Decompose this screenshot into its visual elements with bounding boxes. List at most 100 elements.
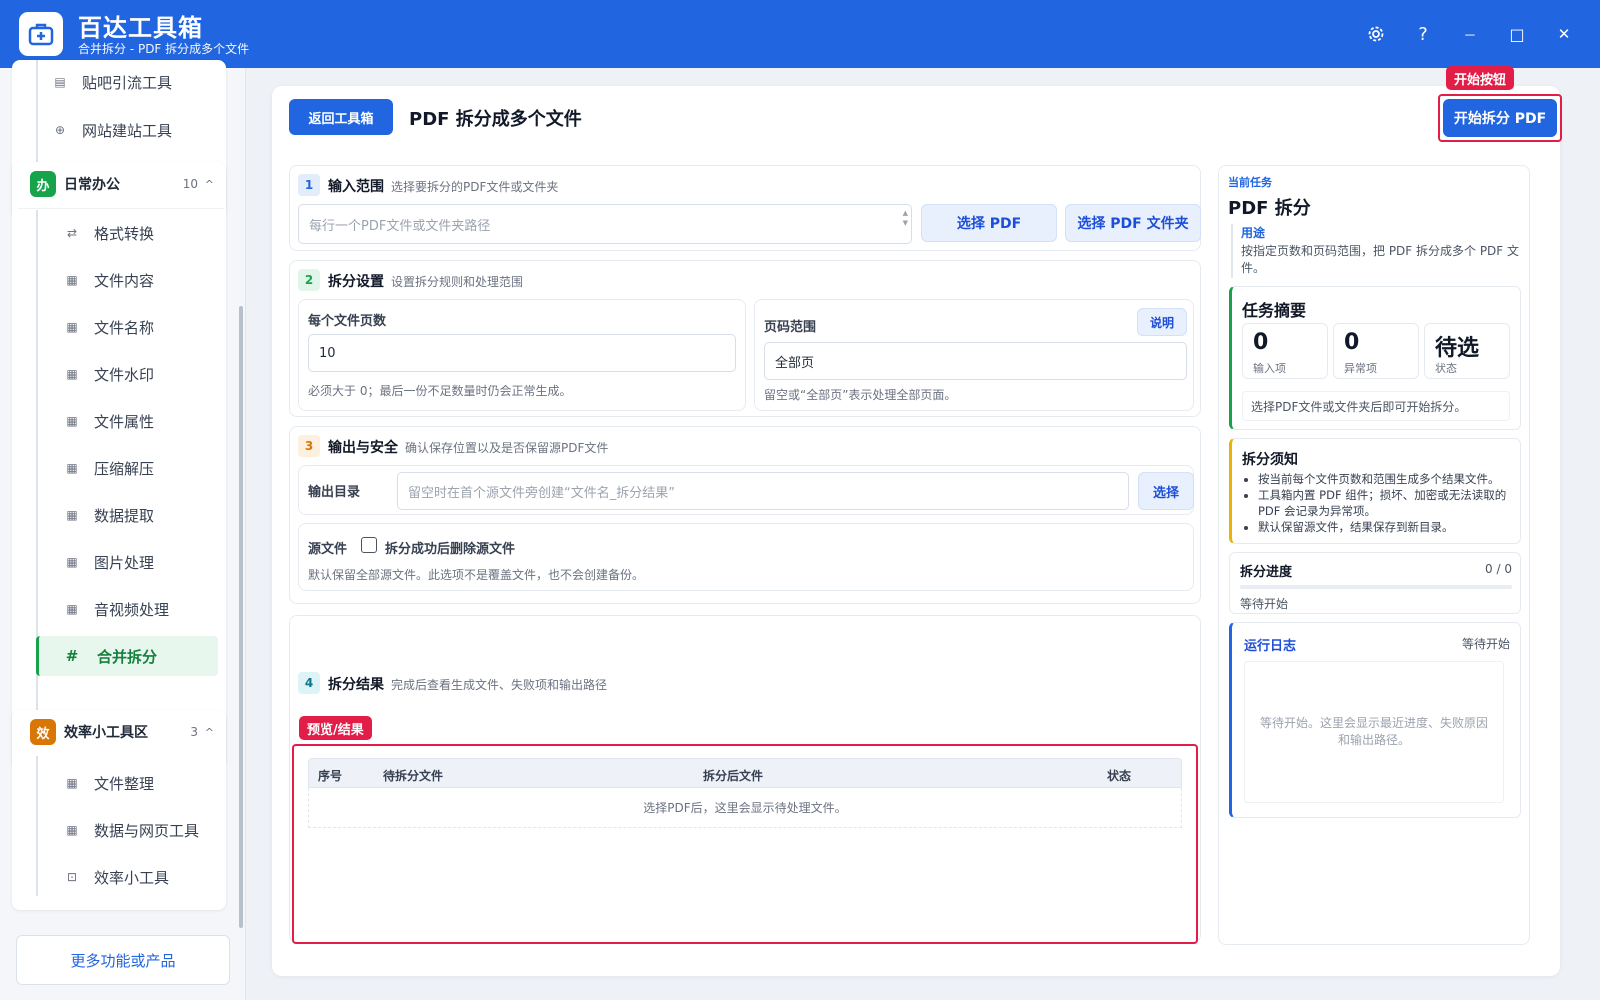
run-log-status: 等待开始: [1461, 637, 1510, 651]
step-number: 3: [298, 435, 320, 457]
group-count: 10: [182, 177, 198, 191]
sidebar-scrollbar[interactable]: [238, 68, 244, 1000]
page-range-help-button[interactable]: 说明: [1137, 308, 1187, 336]
grid-icon: ▦: [66, 461, 78, 475]
notice-title: 拆分须知: [1242, 452, 1298, 468]
scrollbar-thumb[interactable]: [239, 306, 243, 928]
source-file-hint: 默认保留全部源文件。此选项不是覆盖文件，也不会创建备份。: [308, 568, 645, 582]
sidebar-item-label: 贴吧引流工具: [82, 73, 173, 92]
group-title: 效率小工具区: [64, 725, 148, 741]
stat-status: 待选 状态: [1424, 323, 1510, 379]
current-task-name: PDF 拆分: [1228, 198, 1311, 219]
step-number: 1: [298, 174, 320, 196]
sidebar-item-label: 文件内容: [94, 271, 155, 290]
sidebar-item-media[interactable]: ▦ 音视频处理: [36, 589, 224, 629]
start-button-tag: 开始按钮: [1446, 66, 1515, 90]
grid-icon: ▦: [66, 508, 78, 522]
notice-card: 拆分须知 按当前每个文件页数和范围生成多个结果文件。 工具箱内置 PDF 组件；…: [1229, 438, 1521, 544]
section-title: 拆分结果: [328, 677, 384, 693]
main-panel: 返回工具箱 PDF 拆分成多个文件 开始按钮 开始拆分 PDF 1 输入范围 选…: [272, 66, 1562, 976]
sidebar-item-merge-split[interactable]: # 合并拆分: [36, 636, 218, 676]
output-dir-placeholder: 留空时在首个源文件旁创建“文件名_拆分结果”: [408, 485, 675, 501]
efficiency-badge: 效: [30, 719, 56, 745]
sidebar-item-organize[interactable]: ▦ 文件整理: [36, 763, 224, 803]
pick-pdf-button[interactable]: 选择 PDF: [921, 204, 1057, 242]
page-title: PDF 拆分成多个文件: [409, 109, 582, 130]
close-button[interactable]: ✕: [1549, 20, 1579, 48]
stat-label: 输入项: [1253, 362, 1286, 375]
sidebar-item-extract[interactable]: ▦ 数据提取: [36, 495, 224, 535]
more-products-button[interactable]: 更多功能或产品: [16, 935, 230, 985]
stat-inputs: 0 输入项: [1242, 323, 1328, 379]
sidebar-item-label: 数据提取: [94, 506, 155, 525]
output-dir-input[interactable]: 留空时在首个源文件旁创建“文件名_拆分结果”: [397, 472, 1129, 510]
textarea-scroll-arrows[interactable]: ▲ ▼: [903, 208, 908, 228]
sidebar-item-label: 文件名称: [94, 318, 155, 337]
sidebar-item-website[interactable]: ⊕ 网站建站工具: [24, 110, 212, 150]
sidebar-item-label: 图片处理: [94, 553, 155, 572]
pages-per-file-hint: 必须大于 0；最后一份不足数量时仍会正常生成。: [308, 384, 572, 398]
output-dir-pick-button[interactable]: 选择: [1138, 472, 1194, 510]
page-range-input[interactable]: 全部页: [764, 342, 1187, 380]
group-title: 日常办公: [64, 177, 120, 193]
progress-track: [1240, 585, 1512, 589]
back-button[interactable]: 返回工具箱: [289, 99, 393, 135]
sidebar-item-efficiency-tools[interactable]: ⊡ 效率小工具: [36, 857, 224, 897]
grid-icon: ▦: [66, 320, 78, 334]
sidebar-item-properties[interactable]: ▦ 文件属性: [36, 401, 224, 441]
pick-folder-button[interactable]: 选择 PDF 文件夹: [1065, 204, 1201, 242]
source-file-row: 源文件 拆分成功后删除源文件 默认保留全部源文件。此选项不是覆盖文件，也不会创建…: [298, 523, 1194, 591]
section-input: 1 输入范围 选择要拆分的PDF文件或文件夹 每行一个PDF文件或文件夹路径 ▲…: [289, 165, 1201, 251]
stat-value: 0: [1253, 330, 1269, 355]
output-dir-row: 输出目录 留空时在首个源文件旁创建“文件名_拆分结果” 选择: [298, 465, 1194, 515]
results-table-header: 序号 待拆分文件 拆分后文件 状态: [308, 758, 1182, 788]
group-header-office[interactable]: 办 日常办公 10 ^: [18, 164, 224, 204]
section-title: 输出与安全: [328, 440, 398, 456]
grid-icon: ▦: [66, 776, 78, 790]
sidebar-item-watermark[interactable]: ▦ 文件水印: [36, 354, 224, 394]
delete-source-checkbox[interactable]: [361, 537, 377, 553]
input-path-textarea[interactable]: 每行一个PDF文件或文件夹路径 ▲ ▼: [298, 204, 912, 244]
usage-text: 按指定页数和页码范围，把 PDF 拆分成多个 PDF 文件。: [1241, 244, 1520, 275]
col-source-file: 待拆分文件: [383, 769, 444, 783]
sidebar-item-label: 压缩解压: [94, 459, 155, 478]
usage-block: 用途 按指定页数和页码范围，把 PDF 拆分成多个 PDF 文件。: [1231, 224, 1521, 278]
sidebar-item-filename[interactable]: ▦ 文件名称: [36, 307, 224, 347]
sidebar-item-label: 音视频处理: [94, 600, 170, 619]
right-panel: 当前任务 PDF 拆分 用途 按指定页数和页码范围，把 PDF 拆分成多个 PD…: [1218, 165, 1530, 945]
run-log-card: 运行日志 等待开始 等待开始。这里会显示最近进度、失败原因和输出路径。: [1229, 622, 1521, 818]
run-log-output[interactable]: 等待开始。这里会显示最近进度、失败原因和输出路径。: [1244, 661, 1504, 803]
title-bar: 百达工具箱 合并拆分 - PDF 拆分成多个文件 ? － □ ✕: [0, 0, 1600, 68]
output-dir-label: 输出目录: [308, 485, 361, 500]
notice-item: 按当前每个文件页数和范围生成多个结果文件。: [1258, 471, 1516, 487]
summary-title: 任务摘要: [1242, 301, 1307, 320]
notice-item: 工具箱内置 PDF 组件；损坏、加密或无法读取的 PDF 会记录为异常项。: [1258, 487, 1516, 519]
group-header-efficiency[interactable]: 效 效率小工具区 3 ^: [18, 712, 224, 752]
progress-count: 0 / 0: [1485, 562, 1512, 576]
grid-icon: ▦: [66, 367, 78, 381]
pages-per-file-input[interactable]: 10: [308, 334, 736, 372]
delete-source-label[interactable]: 拆分成功后删除源文件: [385, 538, 515, 557]
section-desc: 选择要拆分的PDF文件或文件夹: [391, 180, 559, 194]
start-split-button[interactable]: 开始拆分 PDF: [1443, 99, 1557, 137]
sidebar-item-tieba[interactable]: ▤ 贴吧引流工具: [24, 62, 212, 102]
notice-item: 默认保留源文件，结果保存到新目录。: [1258, 519, 1516, 535]
minimize-button[interactable]: －: [1455, 20, 1485, 48]
chevron-up-icon: ^: [204, 177, 214, 191]
pages-per-file-label: 每个文件页数: [308, 314, 387, 329]
sidebar-item-label: 文件整理: [94, 774, 155, 793]
sidebar-item-compress[interactable]: ▦ 压缩解压: [36, 448, 224, 488]
col-index: 序号: [318, 769, 343, 783]
section-settings: 2 拆分设置 设置拆分规则和处理范围 每个文件页数 10 必须大于 0；最后一份…: [289, 260, 1201, 417]
sidebar-item-data-web[interactable]: ▦ 数据与网页工具: [36, 810, 224, 850]
sidebar-item-format[interactable]: ⇄ 格式转换: [36, 213, 224, 253]
maximize-button[interactable]: □: [1502, 20, 1532, 48]
page-range-hint: 留空或“全部页”表示处理全部页面。: [764, 388, 957, 402]
sidebar-item-content[interactable]: ▦ 文件内容: [36, 260, 224, 300]
settings-button[interactable]: [1361, 20, 1391, 48]
sidebar-item-image[interactable]: ▦ 图片处理: [36, 542, 224, 582]
help-button[interactable]: ?: [1408, 20, 1438, 48]
section-output: 3 输出与安全 确认保存位置以及是否保留源PDF文件 输出目录 留空时在首个源文…: [289, 426, 1201, 604]
grid-icon: ▦: [66, 555, 78, 569]
results-tag: 预览/结果: [299, 716, 372, 740]
